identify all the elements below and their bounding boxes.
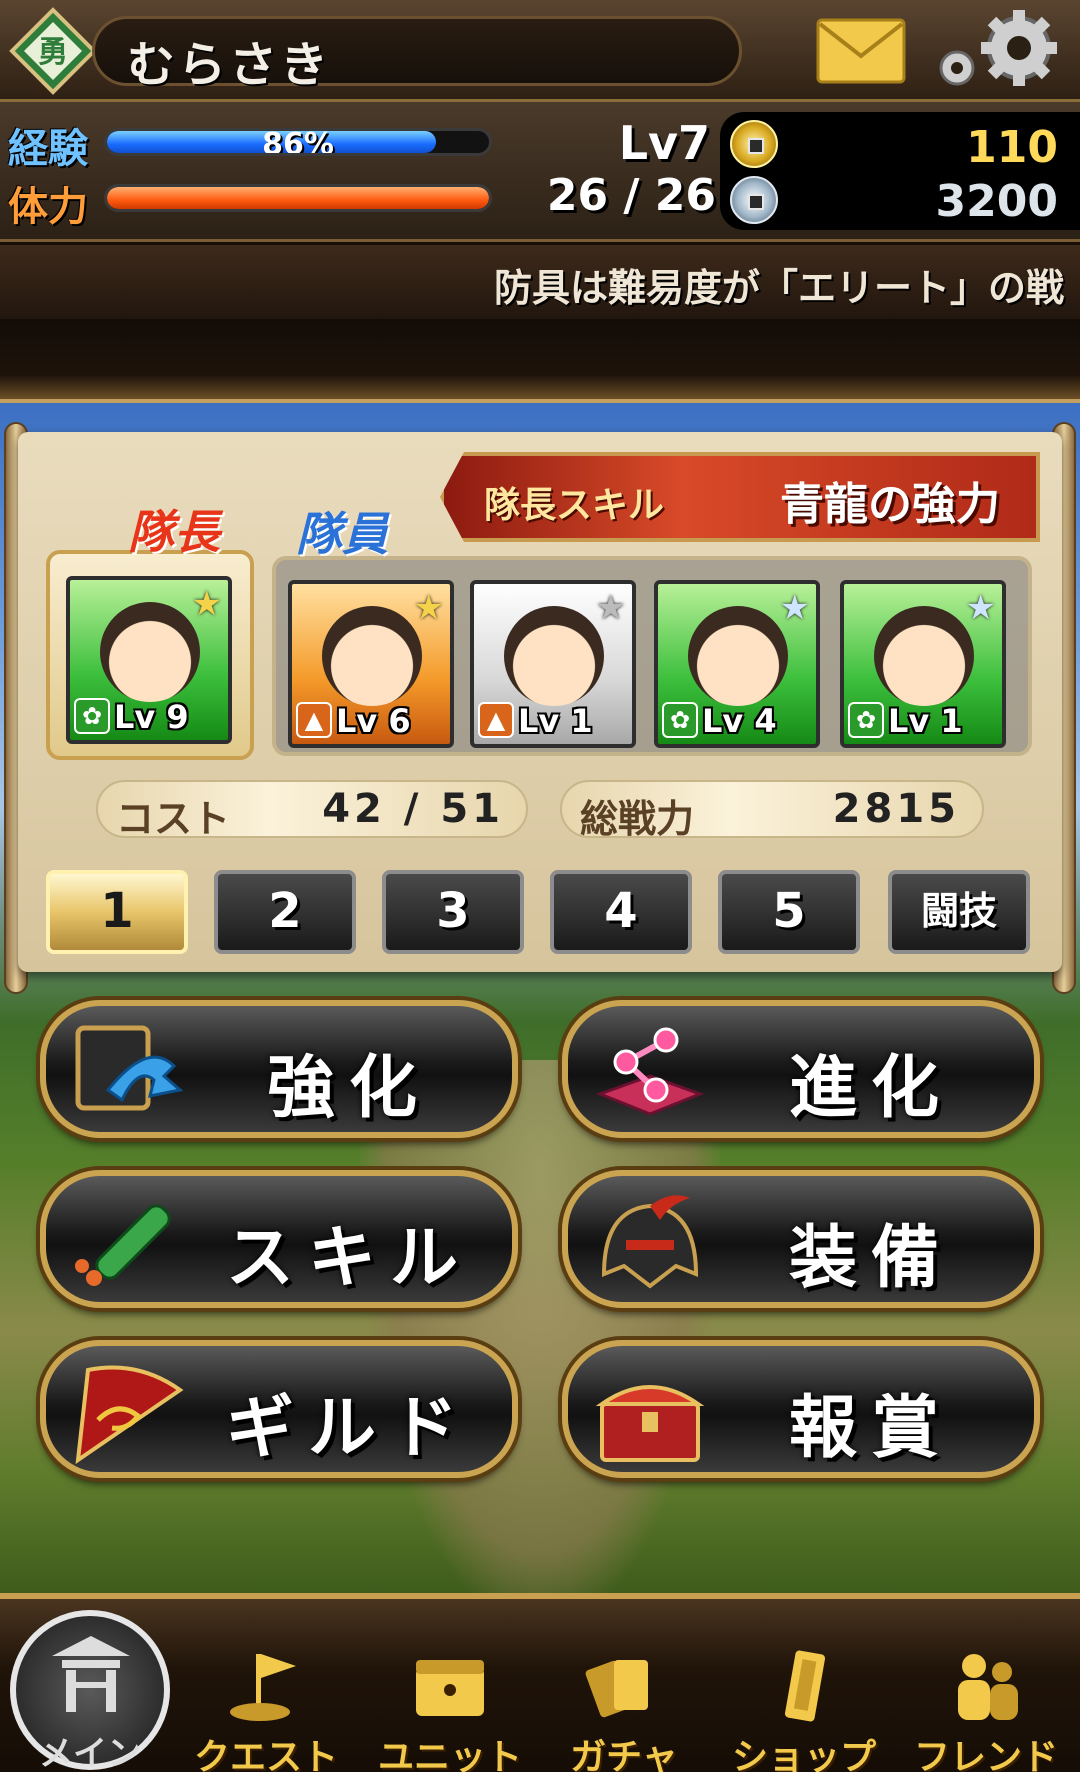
type-leaf-icon: ✿ (662, 702, 698, 738)
power-label: 総戦力 (580, 797, 695, 841)
member-unit-card[interactable]: ★ ▲ Lv 1 (470, 580, 636, 748)
member-unit-card[interactable]: ★ ✿ Lv 4 (654, 580, 820, 748)
type-leaf-icon: ✿ (848, 702, 884, 738)
unit-level: Lv 1 (518, 702, 593, 740)
player-name: むらさき (127, 37, 332, 93)
nav-shop[interactable]: ショップ (724, 1650, 884, 1772)
gold-value: 110 (966, 122, 1058, 173)
nav-gacha[interactable]: ガチャ (544, 1650, 704, 1772)
gear-icon[interactable] (935, 8, 1065, 94)
enhance-arrow-icon (75, 1025, 184, 1111)
shop-sign-icon (784, 1650, 826, 1722)
unit-portrait (322, 606, 422, 706)
cards-icon (585, 1660, 648, 1718)
guild-button[interactable]: ギルド (40, 1340, 518, 1478)
reward-button[interactable]: 報賞 (562, 1340, 1040, 1478)
enhance-label: 強化 (266, 1049, 431, 1128)
nav-main-button[interactable]: メイン (10, 1610, 170, 1772)
news-ticker[interactable]: 防具は難易度が「エリート」の戦 (0, 245, 1080, 319)
unit-level: Lv 1 (888, 702, 963, 740)
party-tab-4[interactable]: 4 (550, 870, 692, 954)
exp-bar: 86% (104, 128, 492, 156)
star-icon: ★ (191, 584, 222, 624)
nav-quest-label: クエスト (193, 1737, 338, 1772)
nav-friend[interactable]: フレンド (906, 1650, 1066, 1772)
nav-gacha-label: ガチャ (570, 1737, 678, 1772)
skill-label: スキル (225, 1219, 472, 1298)
exp-label: 経験 (8, 126, 88, 172)
unit-level: Lv 4 (702, 702, 777, 740)
type-leaf-icon: ✿ (74, 698, 110, 734)
scroll-icon (75, 1204, 171, 1286)
evolve-button[interactable]: 進化 (562, 1000, 1040, 1138)
cost-label: コスト (116, 797, 231, 841)
svg-text:勇: 勇 (38, 35, 68, 70)
player-emblem-icon[interactable]: 勇 (8, 6, 98, 96)
equip-label: 装備 (788, 1219, 953, 1298)
leader-skill-name: 青龍の強力 (780, 479, 1000, 530)
member-unit-card[interactable]: ★ ▲ Lv 6 (288, 580, 454, 748)
unit-portrait (874, 606, 974, 706)
reward-label: 報賞 (788, 1389, 953, 1468)
type-mountain-icon: ▲ (296, 702, 332, 738)
leader-unit-card[interactable]: ★ ✿ Lv 9 (66, 576, 232, 744)
party-tab-2[interactable]: 2 (214, 870, 356, 954)
star-icon: ★ (965, 588, 996, 628)
unit-level: Lv 6 (336, 702, 411, 740)
star-icon: ★ (413, 588, 444, 628)
cost-value: 42 / 51 (322, 786, 504, 832)
guild-label: ギルド (225, 1389, 472, 1468)
member-tab-label: 隊員 (296, 507, 388, 561)
stamina-label: 体力 (8, 184, 88, 230)
nav-unit-label: ユニット (377, 1737, 522, 1772)
leader-skill-title: 隊長スキル (484, 485, 665, 526)
guild-fan-icon (75, 1365, 184, 1465)
party-tab-5[interactable]: 5 (718, 870, 860, 954)
member-unit-card[interactable]: ★ ✿ Lv 1 (840, 580, 1006, 748)
evolve-node-icon (595, 1027, 705, 1116)
nav-main-label: メイン (39, 1734, 141, 1772)
player-level: Lv7 (618, 116, 710, 170)
stamina-bar-fill (107, 187, 489, 209)
ticker-text: 防具は難易度が「エリート」の戦 (494, 266, 1065, 310)
ornament-divider (0, 319, 1080, 403)
nav-quest[interactable]: クエスト (186, 1650, 346, 1772)
evolve-label: 進化 (788, 1049, 953, 1128)
gold-coin-icon (730, 120, 778, 168)
nav-friend-label: フレンド (913, 1737, 1058, 1772)
flag-icon (230, 1654, 296, 1721)
nav-shop-label: ショップ (731, 1737, 876, 1772)
exp-percent: 86% (262, 128, 334, 156)
unit-portrait (688, 606, 788, 706)
silver-value: 3200 (935, 176, 1058, 227)
cost-display: コスト 42 / 51 (96, 780, 528, 841)
leader-tab-label: 隊長 (128, 505, 220, 559)
party-tab-3[interactable]: 3 (382, 870, 524, 954)
silver-coin-icon (730, 176, 778, 224)
star-icon: ★ (595, 588, 626, 628)
player-name-plate[interactable]: むらさき (92, 16, 742, 93)
unit-portrait (504, 606, 604, 706)
skill-button[interactable]: スキル (40, 1170, 518, 1308)
party-tab-1[interactable]: 1 (46, 870, 188, 954)
unit-level: Lv 9 (114, 698, 189, 736)
helmet-icon (601, 1195, 699, 1289)
total-power-display: 総戦力 2815 (560, 780, 984, 841)
stamina-bar (104, 184, 492, 212)
envelope-icon[interactable] (816, 18, 906, 84)
star-icon: ★ (779, 588, 810, 628)
stamina-value: 26 / 26 (546, 170, 716, 221)
party-tab-arena[interactable]: 闘技 (888, 870, 1030, 954)
unit-portrait (100, 602, 200, 702)
equip-button[interactable]: 装備 (562, 1170, 1040, 1308)
enhance-button[interactable]: 強化 (40, 1000, 518, 1138)
nav-unit[interactable]: ユニット (370, 1650, 530, 1772)
friends-icon (958, 1654, 1018, 1720)
power-value: 2815 (832, 786, 960, 832)
castle-gate-icon (52, 1636, 130, 1712)
storage-chest-icon (416, 1660, 484, 1716)
treasure-chest-icon (595, 1385, 705, 1462)
type-mountain-icon: ▲ (478, 702, 514, 738)
